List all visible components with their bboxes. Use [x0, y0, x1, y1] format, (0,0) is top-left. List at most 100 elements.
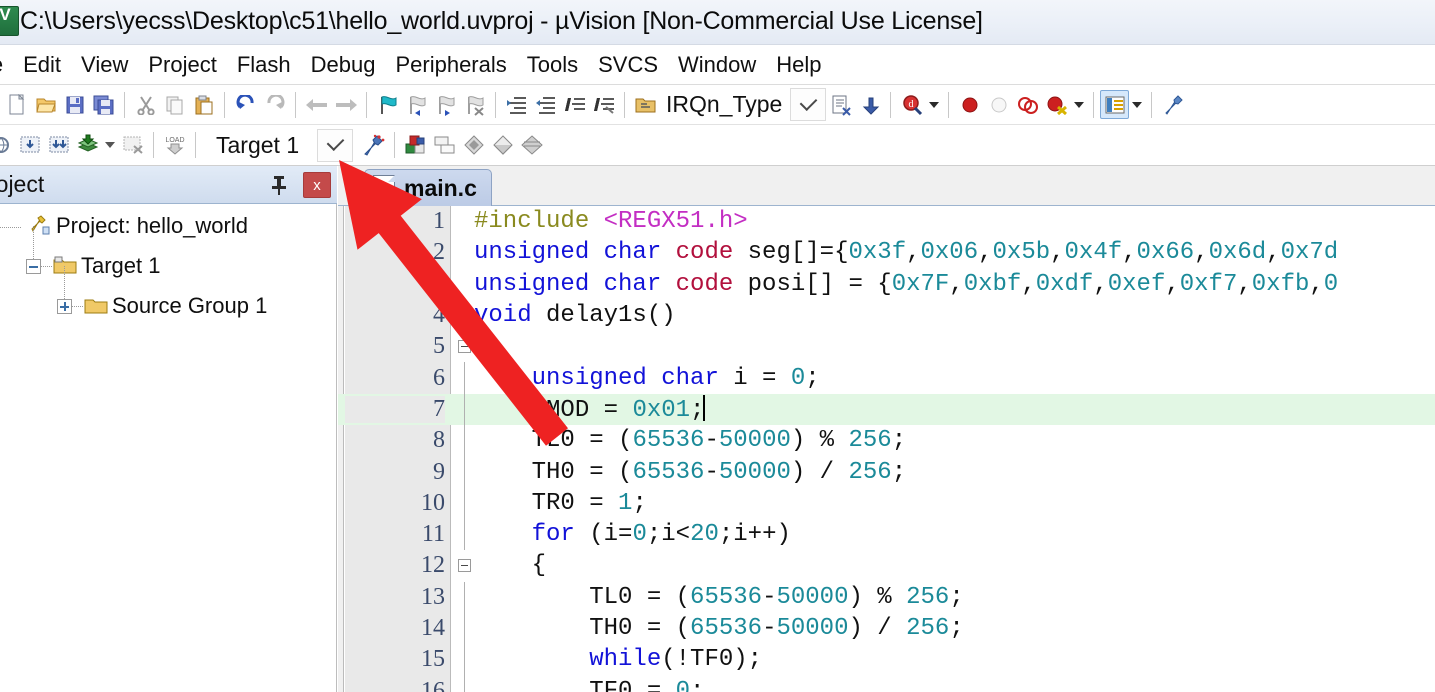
- line-number: 11: [421, 521, 445, 548]
- options-for-target-icon[interactable]: [359, 131, 388, 160]
- project-items-icon[interactable]: [459, 131, 488, 160]
- code-line[interactable]: 13 TL0 = (65536-50000) % 256;: [338, 581, 1435, 613]
- configuration-wizard-icon[interactable]: [1158, 90, 1187, 119]
- new-file-icon[interactable]: [2, 90, 31, 119]
- browse-symbol-icon[interactable]: [631, 90, 660, 119]
- window-list-icon[interactable]: [1100, 90, 1130, 119]
- window-list-dropdown-caret[interactable]: [1129, 90, 1145, 119]
- menu-file[interactable]: le: [0, 50, 13, 80]
- code-line[interactable]: 5{: [338, 331, 1435, 362]
- menu-window[interactable]: Window: [668, 50, 766, 80]
- code-line[interactable]: 14 TH0 = (65536-50000) / 256;: [338, 612, 1435, 645]
- code-content[interactable]: 1 #include <REGX51.h> 2 unsigned char code …: [338, 206, 1435, 692]
- open-file-icon[interactable]: [31, 90, 60, 119]
- code-line[interactable]: 12 {: [338, 550, 1435, 581]
- cut-icon[interactable]: [131, 90, 160, 119]
- code-line[interactable]: 3 unsigned char code posi[] = {0x7F,0xbf,…: [338, 269, 1435, 300]
- menu-help[interactable]: Help: [766, 50, 831, 80]
- menu-tools[interactable]: Tools: [517, 50, 588, 80]
- project-panel-title: roject: [0, 171, 45, 197]
- editor-tab-strip: main.c: [338, 166, 1435, 206]
- breakpoint-dropdown-caret[interactable]: [1071, 90, 1087, 119]
- project-icon: [28, 215, 52, 237]
- text-cursor: [703, 394, 706, 421]
- target-combo-value: Target 1: [216, 131, 300, 158]
- menu-peripherals[interactable]: Peripherals: [385, 50, 516, 80]
- code-line[interactable]: 9 TH0 = (65536-50000) / 256;: [338, 456, 1435, 488]
- comment-lines-icon[interactable]: [560, 90, 589, 119]
- code-line[interactable]: 4 void delay1s(): [338, 300, 1435, 331]
- tree-item-source-group[interactable]: Source Group 1: [0, 266, 336, 326]
- menu-view[interactable]: View: [71, 50, 138, 80]
- disable-all-breakpoints-icon[interactable]: [1042, 90, 1071, 119]
- insert-breakpoint-icon[interactable]: [955, 90, 984, 119]
- menu-project[interactable]: Project: [138, 50, 226, 80]
- insert-bookmark-icon[interactable]: [826, 90, 855, 119]
- batch-build-dropdown-caret[interactable]: [102, 131, 118, 160]
- indent-left-icon[interactable]: [531, 90, 560, 119]
- code-line[interactable]: 10 TR0 = 1;: [338, 487, 1435, 519]
- save-all-icon[interactable]: [89, 90, 118, 119]
- build-toolbar: LOAD Target 1: [0, 125, 1435, 166]
- symbol-combo-dropdown[interactable]: [790, 88, 827, 121]
- goto-definition-icon[interactable]: [855, 90, 884, 119]
- navigate-back-icon[interactable]: [302, 90, 331, 119]
- code-line[interactable]: 8 TL0 = (65536-50000) % 256;: [338, 425, 1435, 457]
- menu-debug[interactable]: Debug: [301, 50, 386, 80]
- code-text: unsigned char i = 0;: [474, 364, 820, 392]
- code-text: for (i=0;i<20;i++): [474, 521, 791, 549]
- code-line[interactable]: 15 while(!TF0);: [338, 644, 1435, 676]
- indent-right-icon[interactable]: [502, 90, 531, 119]
- build-icon[interactable]: [15, 131, 44, 160]
- tree-item-target[interactable]: Target 1: [0, 226, 336, 286]
- bookmark-clear-icon[interactable]: [460, 90, 489, 119]
- menu-flash[interactable]: Flash: [227, 50, 301, 80]
- uvision-logo-icon: V5: [0, 6, 19, 36]
- code-line[interactable]: 6 unsigned char i = 0;: [338, 362, 1435, 394]
- code-line[interactable]: 16 TF0 = 0;: [338, 675, 1435, 692]
- bookmark-toggle-icon[interactable]: [373, 90, 402, 119]
- pin-icon[interactable]: [267, 173, 291, 197]
- menu-svcs[interactable]: SVCS: [588, 50, 668, 80]
- navigate-forward-icon[interactable]: [331, 90, 360, 119]
- tree-expander-expand[interactable]: [57, 298, 72, 314]
- bookmark-prev-icon[interactable]: [402, 90, 431, 119]
- toolbar-separator: [890, 91, 892, 118]
- undo-icon[interactable]: [231, 90, 260, 119]
- menu-edit[interactable]: Edit: [13, 50, 71, 80]
- code-line[interactable]: 1 #include <REGX51.h>: [338, 206, 1435, 237]
- disable-breakpoint-icon[interactable]: [984, 90, 1013, 119]
- save-icon[interactable]: [60, 90, 89, 119]
- code-line[interactable]: 7 TMOD = 0x01;: [338, 393, 1435, 426]
- uncomment-lines-icon[interactable]: [589, 90, 618, 119]
- multi-project-icon[interactable]: [430, 131, 459, 160]
- fold-toggle-icon[interactable]: [458, 559, 471, 573]
- code-editor[interactable]: 1 #include <REGX51.h> 2 unsigned char code …: [338, 206, 1435, 692]
- main-toolbar: IRQn_Type d: [0, 85, 1435, 125]
- download-icon[interactable]: LOAD: [160, 131, 189, 160]
- copy-icon[interactable]: [160, 90, 189, 119]
- redo-icon[interactable]: [260, 90, 289, 119]
- target-combo-dropdown[interactable]: [317, 128, 354, 162]
- manage-components-icon[interactable]: [401, 131, 430, 160]
- bookmark-next-icon[interactable]: [431, 90, 460, 119]
- layers-icon[interactable]: [488, 131, 517, 160]
- target-combo[interactable]: Target 1: [202, 128, 354, 162]
- tab-main-c[interactable]: main.c: [364, 169, 492, 206]
- code-line[interactable]: 11 for (i=0;i<20;i++): [338, 518, 1435, 551]
- tree-item-project[interactable]: Project: hello_world: [0, 206, 336, 246]
- project-window-icon[interactable]: [517, 131, 546, 160]
- symbol-combo[interactable]: IRQn_Type: [660, 88, 827, 121]
- stop-build-icon[interactable]: [118, 131, 147, 160]
- fold-toggle-icon[interactable]: [458, 340, 471, 354]
- close-panel-button[interactable]: x: [303, 172, 331, 198]
- batch-build-icon[interactable]: [73, 131, 102, 160]
- rebuild-icon[interactable]: [44, 131, 73, 160]
- kill-all-breakpoints-icon[interactable]: [1013, 90, 1042, 119]
- tree-expander-collapse[interactable]: [26, 258, 41, 274]
- translate-icon[interactable]: [0, 131, 15, 160]
- find-in-files-icon[interactable]: d: [897, 90, 926, 119]
- code-line[interactable]: 2 unsigned char code seg[]={0x3f,0x06,0x5…: [338, 237, 1435, 268]
- find-dropdown-caret[interactable]: [926, 90, 942, 119]
- paste-icon[interactable]: [189, 90, 218, 119]
